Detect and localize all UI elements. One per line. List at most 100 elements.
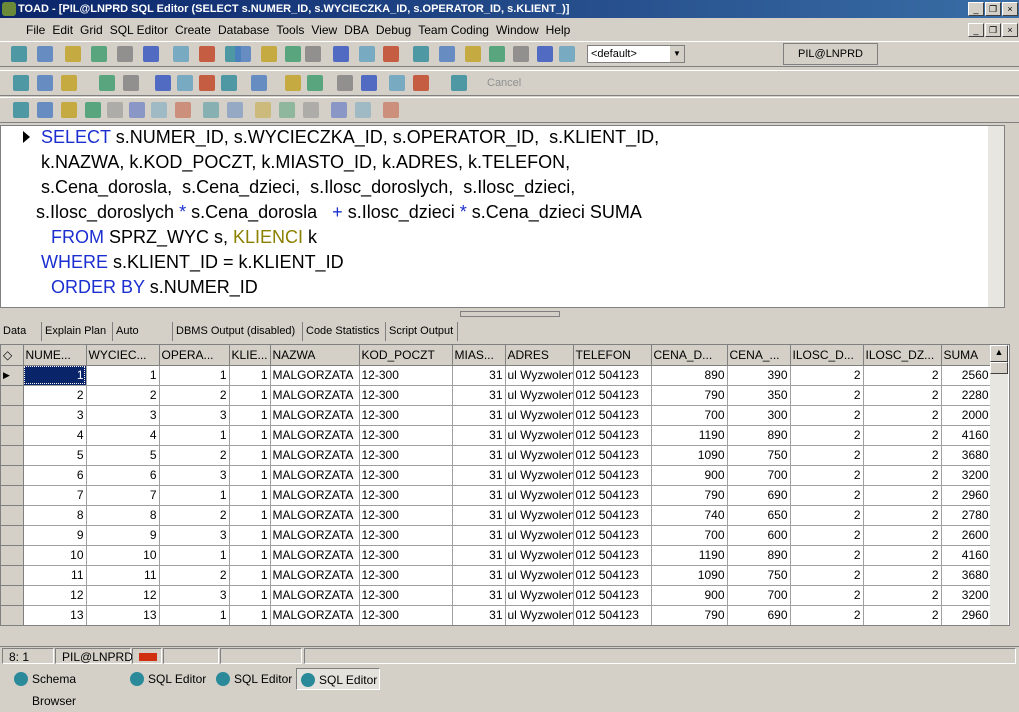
grid-cell[interactable]: 890 (651, 365, 728, 386)
toolbar-button-icon[interactable] (413, 46, 429, 62)
toolbar-button-icon[interactable] (13, 102, 29, 118)
toolbar-button-icon[interactable] (99, 75, 115, 91)
window-tab-sql-editor[interactable]: SQL Editor (126, 668, 208, 690)
grid-cell[interactable]: 2280 (941, 385, 992, 406)
cancel-button[interactable]: Cancel (487, 77, 521, 89)
grid-cell[interactable]: 350 (727, 385, 791, 406)
grid-cell[interactable]: 1 (86, 365, 160, 386)
grid-cell[interactable]: 12-300 (359, 445, 453, 466)
grid-cell[interactable]: 2 (790, 525, 864, 546)
grid-cell[interactable]: 3 (159, 585, 230, 606)
table-row[interactable]: 131311MALGORZATA12-30031ul Wyzwolenia012… (1, 605, 992, 625)
toolbar-button-icon[interactable] (143, 46, 159, 62)
toolbar-button-icon[interactable] (465, 46, 481, 62)
grid-cell[interactable]: 2 (86, 385, 160, 406)
grid-cell[interactable]: ul Wyzwolenia (505, 525, 574, 546)
tab-explain-plan[interactable]: Explain Plan (42, 322, 113, 341)
grid-cell[interactable]: 5 (86, 445, 160, 466)
menu-edit[interactable]: Edit (52, 23, 73, 37)
toolbar-button-icon[interactable] (383, 102, 399, 118)
column-header[interactable]: SUMA (941, 345, 992, 366)
grid-cell[interactable]: 700 (727, 465, 791, 486)
toolbar-button-icon[interactable] (129, 102, 145, 118)
grid-cell[interactable]: 2 (790, 365, 864, 386)
table-row[interactable]: 8821MALGORZATA12-30031ul Wyzwolenia012 5… (1, 505, 992, 526)
grid-cell[interactable]: 2 (23, 385, 87, 406)
data-grid[interactable]: ◇ NUME... WYCIEC... OPERA... KLIE... NAZWA KOD… (0, 344, 1010, 626)
grid-cell[interactable]: 700 (727, 585, 791, 606)
toolbar-button-icon[interactable] (383, 46, 399, 62)
schema-select[interactable]: <default> ▼ (587, 45, 685, 63)
toolbar-button-icon[interactable] (285, 46, 301, 62)
grid-cell[interactable]: 390 (727, 365, 791, 386)
grid-cell[interactable]: 7 (86, 485, 160, 506)
grid-cell[interactable]: 31 (452, 425, 506, 446)
grid-cell[interactable]: MALGORZATA (270, 485, 360, 506)
table-row[interactable]: ▶1111MALGORZATA12-30031ul Wyzwolenia012 … (1, 365, 992, 386)
grid-cell[interactable]: 12-300 (359, 565, 453, 586)
grid-cell[interactable]: MALGORZATA (270, 545, 360, 566)
grid-cell[interactable]: 3 (159, 525, 230, 546)
grid-cell[interactable]: 1 (229, 465, 271, 486)
row-header[interactable] (1, 425, 24, 446)
toolbar-button-icon[interactable] (37, 46, 53, 62)
grid-cell[interactable]: 12 (23, 585, 87, 606)
grid-cell[interactable]: 1 (229, 385, 271, 406)
toolbar-button-icon[interactable] (123, 75, 139, 91)
grid-cell[interactable]: 3200 (941, 585, 992, 606)
scroll-thumb[interactable] (990, 362, 1008, 374)
grid-cell[interactable]: 3 (159, 465, 230, 486)
grid-cell[interactable]: 2 (159, 565, 230, 586)
table-row[interactable]: 121231MALGORZATA12-30031ul Wyzwolenia012… (1, 585, 992, 606)
row-header[interactable] (1, 485, 24, 506)
grid-cell[interactable]: 10 (86, 545, 160, 566)
grid-cell[interactable]: 2 (790, 445, 864, 466)
grid-cell[interactable]: 2 (790, 545, 864, 566)
grid-cell[interactable]: 650 (727, 505, 791, 526)
grid-scrollbar[interactable]: ▲ (990, 345, 1008, 625)
grid-cell[interactable]: ul Wyzwolenia (505, 485, 574, 506)
row-header[interactable] (1, 605, 24, 625)
grid-cell[interactable]: 2 (863, 425, 942, 446)
grid-cell[interactable]: 012 504123 (573, 485, 652, 506)
grid-cell[interactable]: 12 (86, 585, 160, 606)
grid-cell[interactable]: ul Wyzwolenia (505, 545, 574, 566)
grid-cell[interactable]: 2 (863, 505, 942, 526)
grid-cell[interactable]: 13 (86, 605, 160, 625)
restore-button[interactable]: ❐ (985, 2, 1001, 16)
toolbar-button-icon[interactable] (199, 75, 215, 91)
toolbar-button-icon[interactable] (285, 75, 301, 91)
grid-cell[interactable]: MALGORZATA (270, 405, 360, 426)
grid-cell[interactable]: 6 (23, 465, 87, 486)
grid-cell[interactable]: MALGORZATA (270, 425, 360, 446)
grid-cell[interactable]: 7 (23, 485, 87, 506)
toolbar-button-icon[interactable] (331, 102, 347, 118)
grid-cell[interactable]: 12-300 (359, 405, 453, 426)
grid-cell[interactable]: 3 (86, 405, 160, 426)
grid-cell[interactable]: 2 (790, 465, 864, 486)
tab-code-statistics[interactable]: Code Statistics (303, 322, 386, 341)
grid-cell[interactable]: ul Wyzwolenia (505, 605, 574, 625)
grid-cell[interactable]: 1 (159, 545, 230, 566)
toolbar-button-icon[interactable] (11, 46, 27, 62)
table-row[interactable]: 2221MALGORZATA12-30031ul Wyzwolenia012 5… (1, 385, 992, 406)
row-header[interactable] (1, 445, 24, 466)
table-row[interactable]: 3331MALGORZATA12-30031ul Wyzwolenia012 5… (1, 405, 992, 426)
grid-cell[interactable]: 31 (452, 605, 506, 625)
grid-cell[interactable]: 1 (229, 545, 271, 566)
grid-cell[interactable]: 2 (790, 605, 864, 625)
grid-cell[interactable]: 31 (452, 585, 506, 606)
grid-cell[interactable]: 2 (159, 385, 230, 406)
grid-cell[interactable]: 1 (229, 405, 271, 426)
window-tab-schema-browser[interactable]: Schema Browser (10, 668, 122, 708)
grid-cell[interactable]: 2560 (941, 365, 992, 386)
grid-cell[interactable]: 12-300 (359, 545, 453, 566)
row-header[interactable] (1, 585, 24, 606)
toolbar-button-icon[interactable] (85, 102, 101, 118)
grid-cell[interactable]: 1 (159, 365, 230, 386)
grid-cell[interactable]: 2 (159, 445, 230, 466)
grid-cell[interactable]: 12-300 (359, 425, 453, 446)
grid-cell[interactable]: 31 (452, 365, 506, 386)
grid-cell[interactable]: 2 (790, 385, 864, 406)
toolbar-button-icon[interactable] (91, 46, 107, 62)
